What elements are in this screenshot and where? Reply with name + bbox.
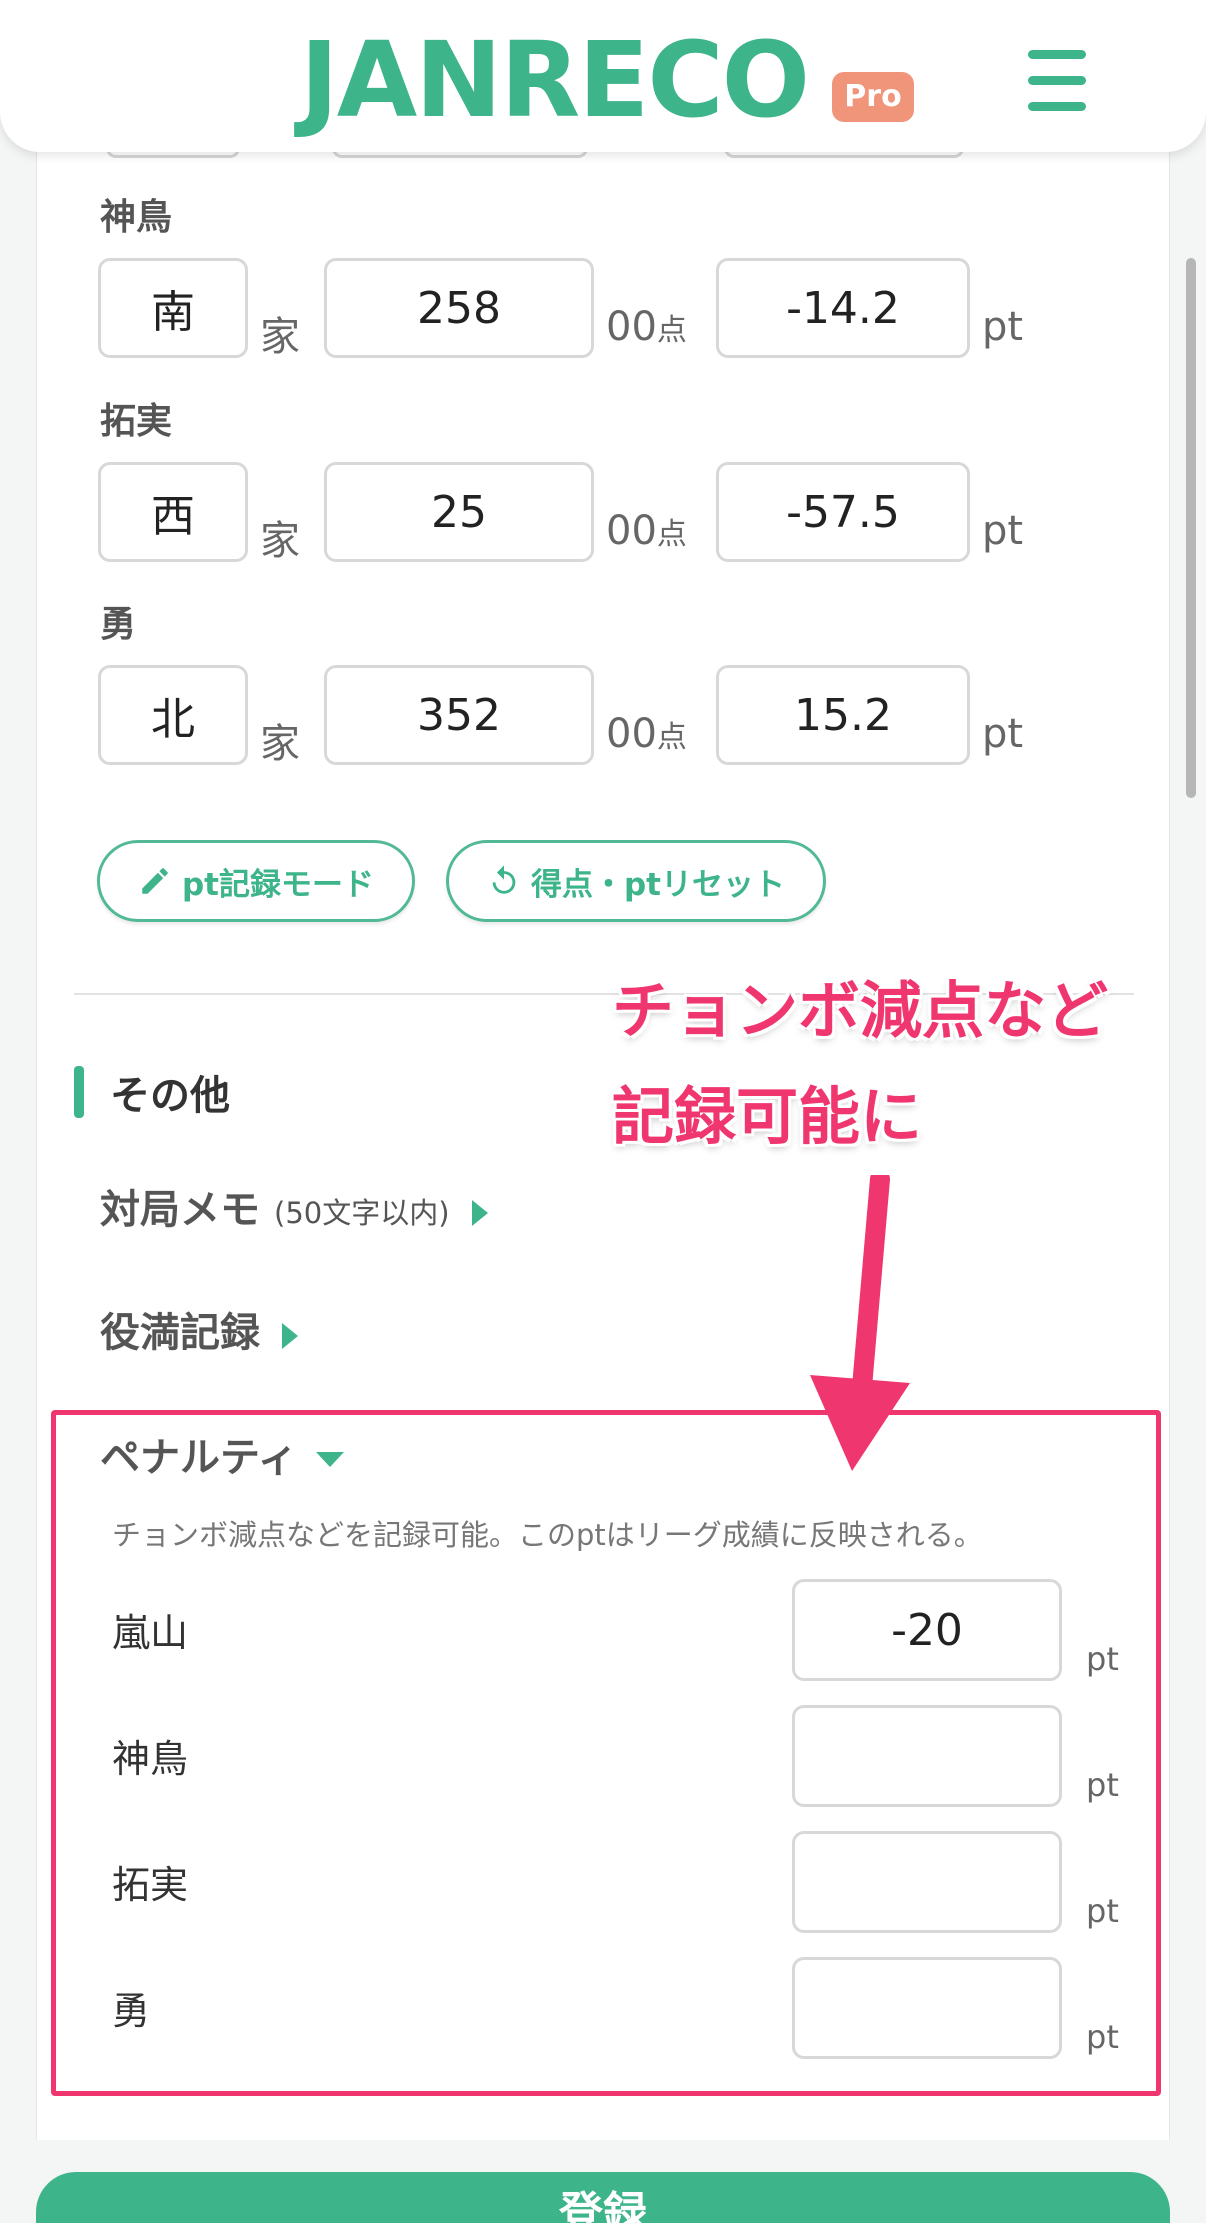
annotation-line-1: チョンボ減点など bbox=[612, 974, 1109, 1047]
player-name: 拓実 bbox=[100, 401, 173, 442]
player-name: 神鳥 bbox=[100, 197, 173, 238]
wind-unit: 家 bbox=[260, 314, 300, 360]
wind-unit: 家 bbox=[260, 721, 300, 767]
score-field[interactable]: 258 bbox=[324, 258, 594, 358]
undo-icon bbox=[492, 865, 516, 894]
menu-icon[interactable] bbox=[1028, 50, 1086, 112]
pt-field[interactable]: 15.2 bbox=[716, 665, 970, 765]
pt-mode-button[interactable]: pt記録モード bbox=[97, 840, 415, 922]
score-unit: 00点 bbox=[606, 304, 687, 350]
pencil-icon bbox=[142, 868, 168, 894]
wind-field[interactable]: 北 bbox=[98, 665, 248, 765]
wind-field[interactable]: 西 bbox=[98, 462, 248, 562]
annotation-line-2: 記録可能に bbox=[612, 1080, 923, 1153]
app-header: JANRECO Pro bbox=[0, 0, 1206, 152]
pt-field[interactable]: -14.2 bbox=[716, 258, 970, 358]
pt-field[interactable]: -57.5 bbox=[716, 462, 970, 562]
arrow-down-icon bbox=[810, 1175, 910, 1471]
wind-field[interactable]: 南 bbox=[98, 258, 248, 358]
player-name: 勇 bbox=[100, 604, 137, 645]
app-logo: JANRECO bbox=[300, 19, 810, 141]
score-unit: 00点 bbox=[606, 508, 687, 554]
scrollbar[interactable] bbox=[1186, 258, 1196, 798]
caret-right-icon bbox=[282, 1323, 298, 1349]
pro-badge: Pro bbox=[832, 72, 914, 122]
score-unit: 00点 bbox=[606, 711, 687, 757]
pt-unit: pt bbox=[982, 711, 1024, 757]
yakuman-toggle[interactable]: 役満記録 bbox=[100, 1300, 298, 1358]
caret-right-icon bbox=[471, 1200, 488, 1226]
pt-unit: pt bbox=[982, 304, 1024, 350]
section-title: その他 bbox=[74, 1063, 230, 1121]
memo-toggle[interactable]: 対局メモ (50文字以内) bbox=[100, 1177, 488, 1235]
highlight-box bbox=[51, 1410, 1161, 2096]
section-accent-bar bbox=[74, 1066, 84, 1118]
score-field[interactable]: 25 bbox=[324, 462, 594, 562]
save-button[interactable]: 登録 bbox=[36, 2172, 1170, 2223]
reset-button[interactable]: 得点・ptリセット bbox=[446, 840, 826, 922]
pt-unit: pt bbox=[982, 508, 1024, 554]
wind-unit: 家 bbox=[260, 518, 300, 564]
score-field[interactable]: 352 bbox=[324, 665, 594, 765]
